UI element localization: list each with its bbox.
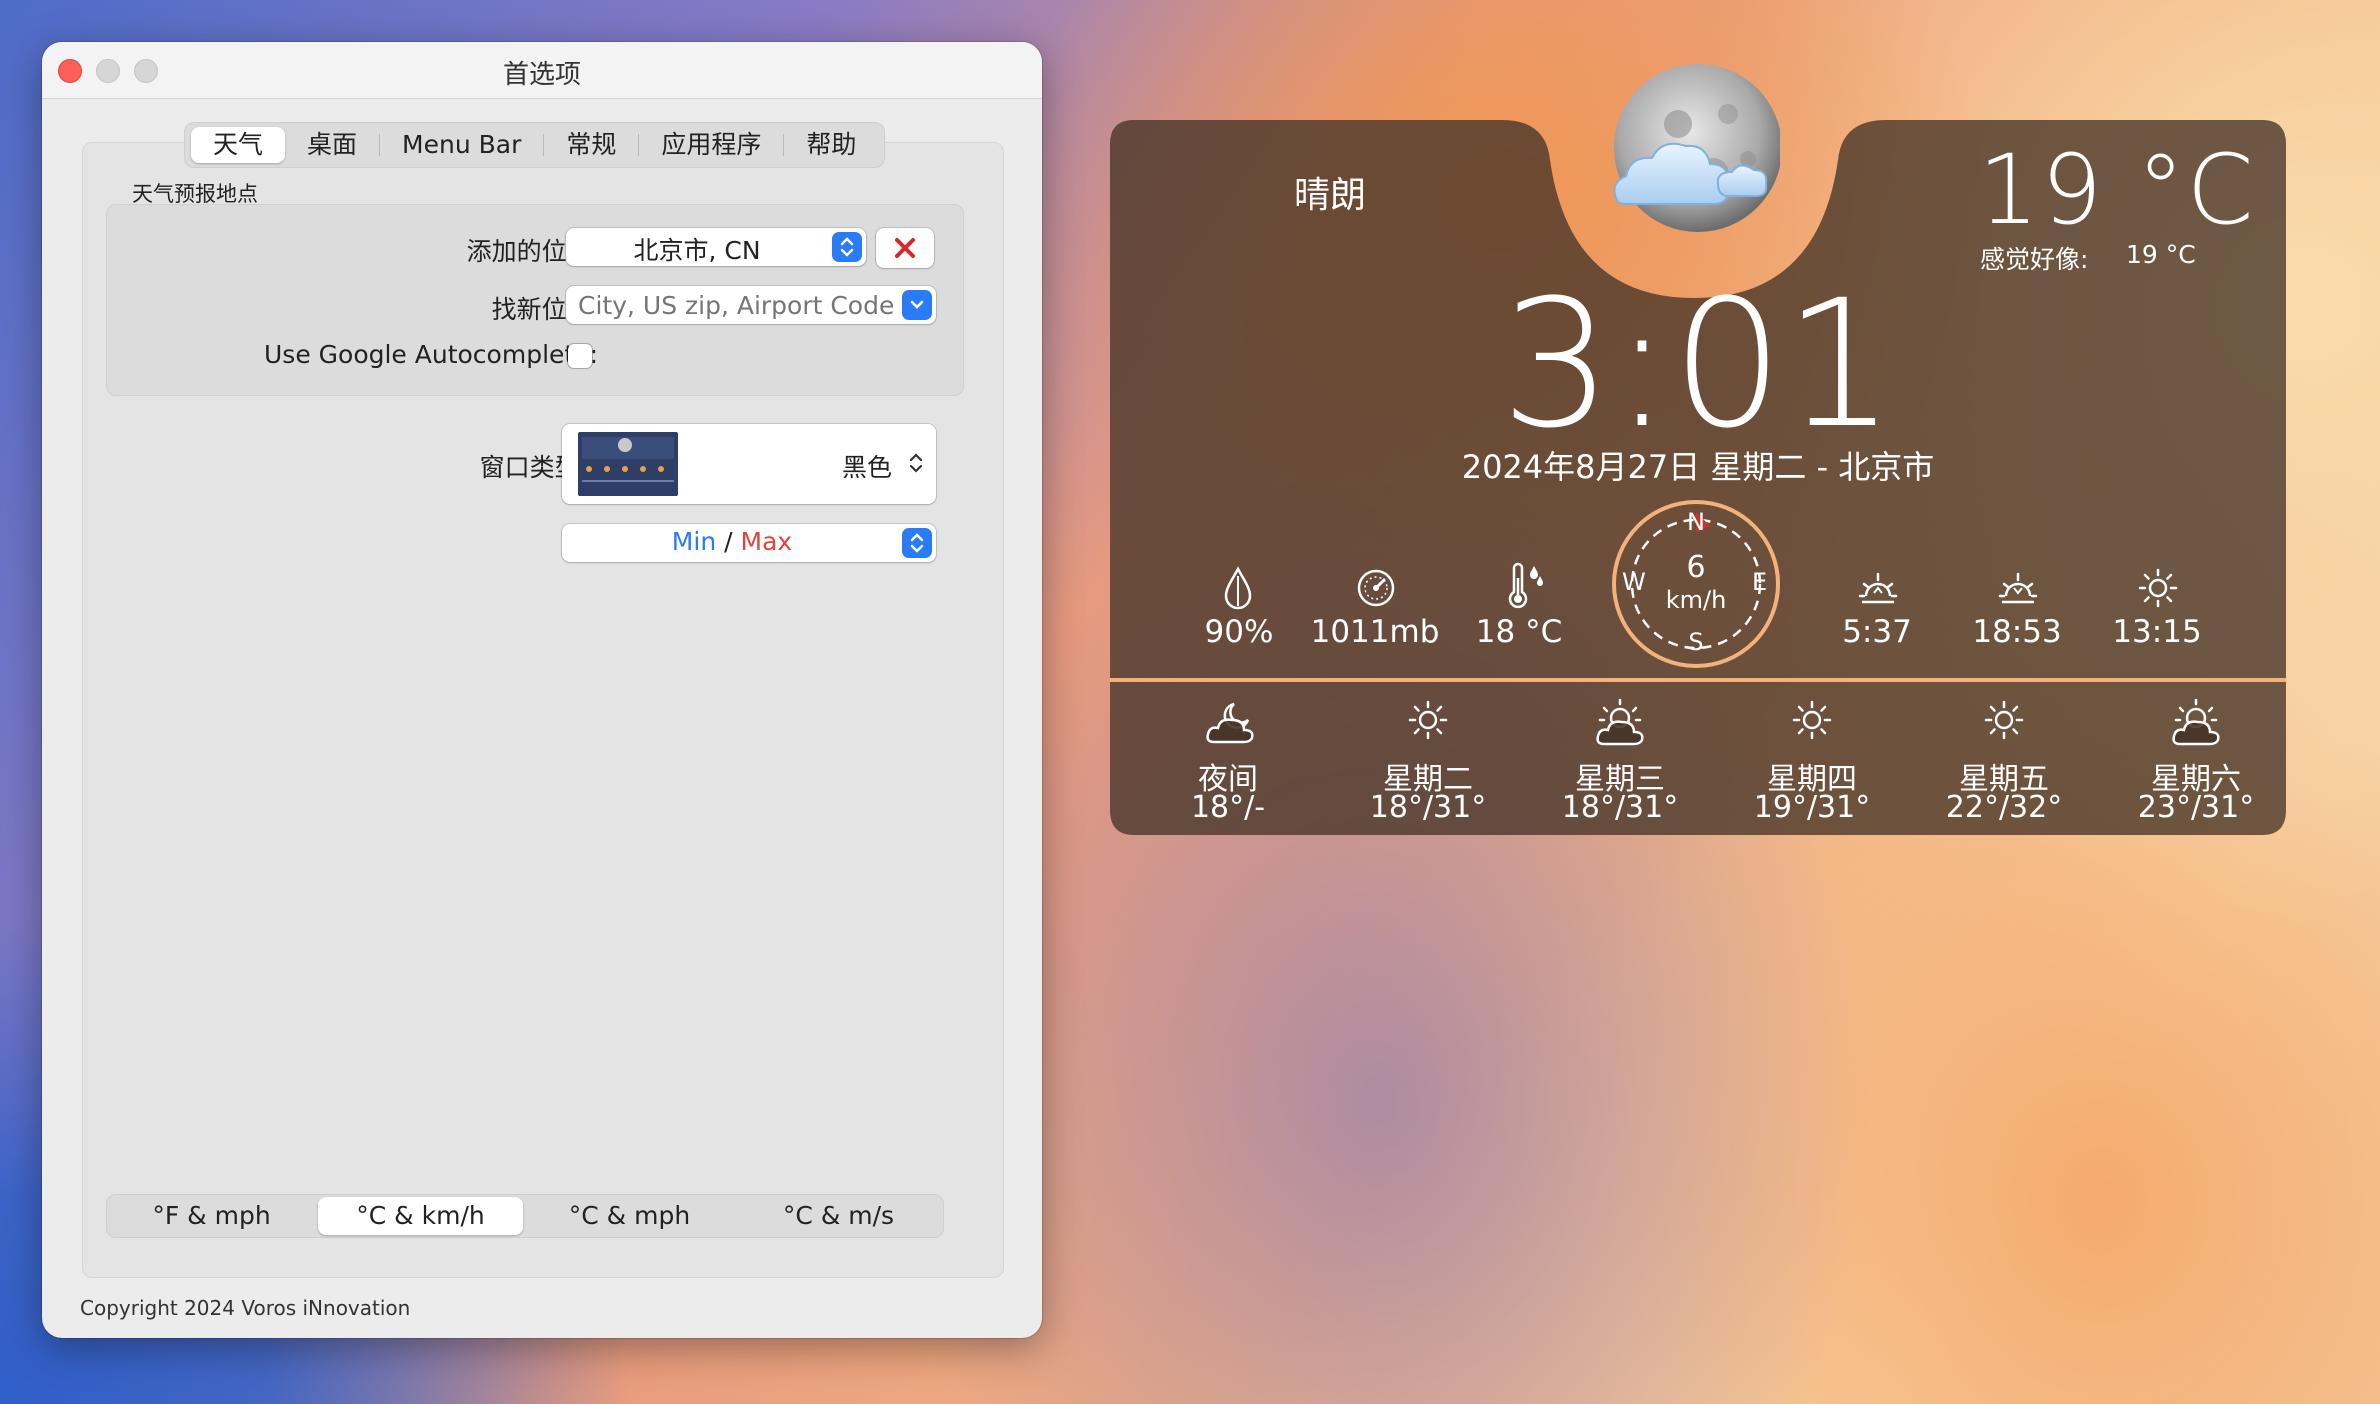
- window-type-value: 黑色: [841, 453, 892, 482]
- added-location-value: 北京市, CN: [633, 236, 761, 265]
- window-type-label: 窗口类型:: [479, 453, 588, 482]
- sun-icon: [1792, 700, 1832, 740]
- tab-help[interactable]: 帮助: [784, 127, 878, 163]
- date-location: 2024年8月27日 星期二 - 北京市: [1461, 448, 1935, 486]
- sun-icon: [1984, 700, 2024, 740]
- added-location-popup[interactable]: 北京市, CN: [566, 228, 866, 266]
- compass-south: S: [1688, 628, 1704, 656]
- sunrise-time: 5:37: [1842, 614, 1912, 650]
- dew-point-value: 18 °C: [1475, 614, 1563, 650]
- tab-menu-bar[interactable]: Menu Bar: [380, 127, 543, 163]
- unit-f-mph[interactable]: °F & mph: [109, 1197, 314, 1235]
- feels-like-value: 19 °C: [2126, 240, 2196, 269]
- partly-cloudy-icon: [2172, 698, 2220, 746]
- forecast-temp: 18°/31°: [1369, 790, 1487, 825]
- wind-speed-unit: km/h: [1665, 586, 1727, 614]
- humidity-drop-icon: [1224, 566, 1252, 610]
- humidity-value: 90%: [1204, 614, 1274, 650]
- forecast-temp: 19°/31°: [1753, 790, 1871, 825]
- tab-bar: 天气 桌面 Menu Bar 常规 应用程序 帮助: [184, 122, 886, 168]
- daylight-duration: 13:15: [2112, 614, 2202, 650]
- close-x-icon: [895, 238, 915, 258]
- sunset-time: 18:53: [1972, 614, 2062, 650]
- min-max-popup[interactable]: Min / Max: [562, 524, 936, 562]
- forecast-temp: 22°/32°: [1945, 790, 2063, 825]
- google-autocomplete-label: Use Google Autocomplete:: [264, 340, 598, 369]
- partly-cloudy-icon: [1596, 698, 1644, 746]
- pressure-gauge-icon: [1357, 569, 1395, 607]
- min-max-separator: /: [724, 527, 733, 556]
- dew-point-thermometer-icon: [1508, 562, 1543, 609]
- compass-north: N: [1687, 508, 1705, 536]
- tab-applications[interactable]: 应用程序: [639, 127, 783, 163]
- current-temperature: 19 °C: [1978, 134, 2256, 246]
- forecast-temp: 18°/-: [1190, 790, 1266, 825]
- pressure-value: 1011mb: [1310, 614, 1440, 650]
- window-title: 首选项: [502, 60, 581, 90]
- find-location-label: 找新位置:: [491, 295, 600, 324]
- window-type-popup[interactable]: 黑色: [562, 424, 936, 504]
- popup-stepper-icon: [902, 528, 932, 558]
- forecast-temp: 18°/31°: [1561, 790, 1679, 825]
- wind-speed-value: 6: [1686, 550, 1706, 585]
- tab-general[interactable]: 常规: [544, 127, 638, 163]
- remove-location-button[interactable]: [876, 228, 934, 268]
- forecast-temp: 23°/31°: [2137, 790, 2255, 825]
- popup-stepper-icon: [832, 232, 862, 262]
- preferences-window: 首选项 天气 桌面 Menu Bar 常规 应用程序 帮助 天气预报地点 添加的…: [42, 42, 1042, 1338]
- sunrise-icon: [1858, 572, 1898, 604]
- unit-c-mph[interactable]: °C & mph: [527, 1197, 732, 1235]
- find-location-input[interactable]: [576, 288, 900, 322]
- wind-compass: N E S W 6 km/h: [1610, 498, 1782, 670]
- google-autocomplete-checkbox[interactable]: [568, 344, 592, 368]
- weather-widget[interactable]: 晴朗 19 °C 感觉好像: 19 °C 3:01 2024年8月27日 星期二…: [1110, 64, 2286, 835]
- title-bar[interactable]: 首选项: [42, 42, 1042, 99]
- unit-c-kmh[interactable]: °C & km/h: [318, 1197, 523, 1235]
- daylight-sun-icon: [2138, 568, 2178, 608]
- chevron-down-icon[interactable]: [902, 290, 932, 320]
- find-location-field[interactable]: [566, 286, 936, 324]
- unit-c-ms[interactable]: °C & m/s: [736, 1197, 941, 1235]
- cloudy-night-icon: [1206, 702, 1254, 744]
- units-segmented-control: °F & mph °C & km/h °C & mph °C & m/s: [106, 1194, 944, 1238]
- clock-time: 3:01: [1500, 262, 1896, 467]
- tab-weather[interactable]: 天气: [191, 127, 286, 163]
- sun-icon: [1408, 700, 1448, 740]
- added-location-label: 添加的位置:: [466, 237, 600, 266]
- weather-condition: 晴朗: [1294, 175, 1367, 216]
- min-label: Min: [671, 527, 717, 556]
- window-type-preview-thumbnail: [578, 432, 678, 496]
- moon-cloud-icon: [1608, 64, 1782, 236]
- up-down-chevron-icon: [909, 453, 923, 473]
- tab-desktop[interactable]: 桌面: [285, 127, 379, 163]
- max-label: Max: [740, 527, 793, 556]
- copyright-text: Copyright 2024 Voros iNnovation: [80, 1296, 411, 1320]
- sunset-icon: [1998, 572, 2038, 604]
